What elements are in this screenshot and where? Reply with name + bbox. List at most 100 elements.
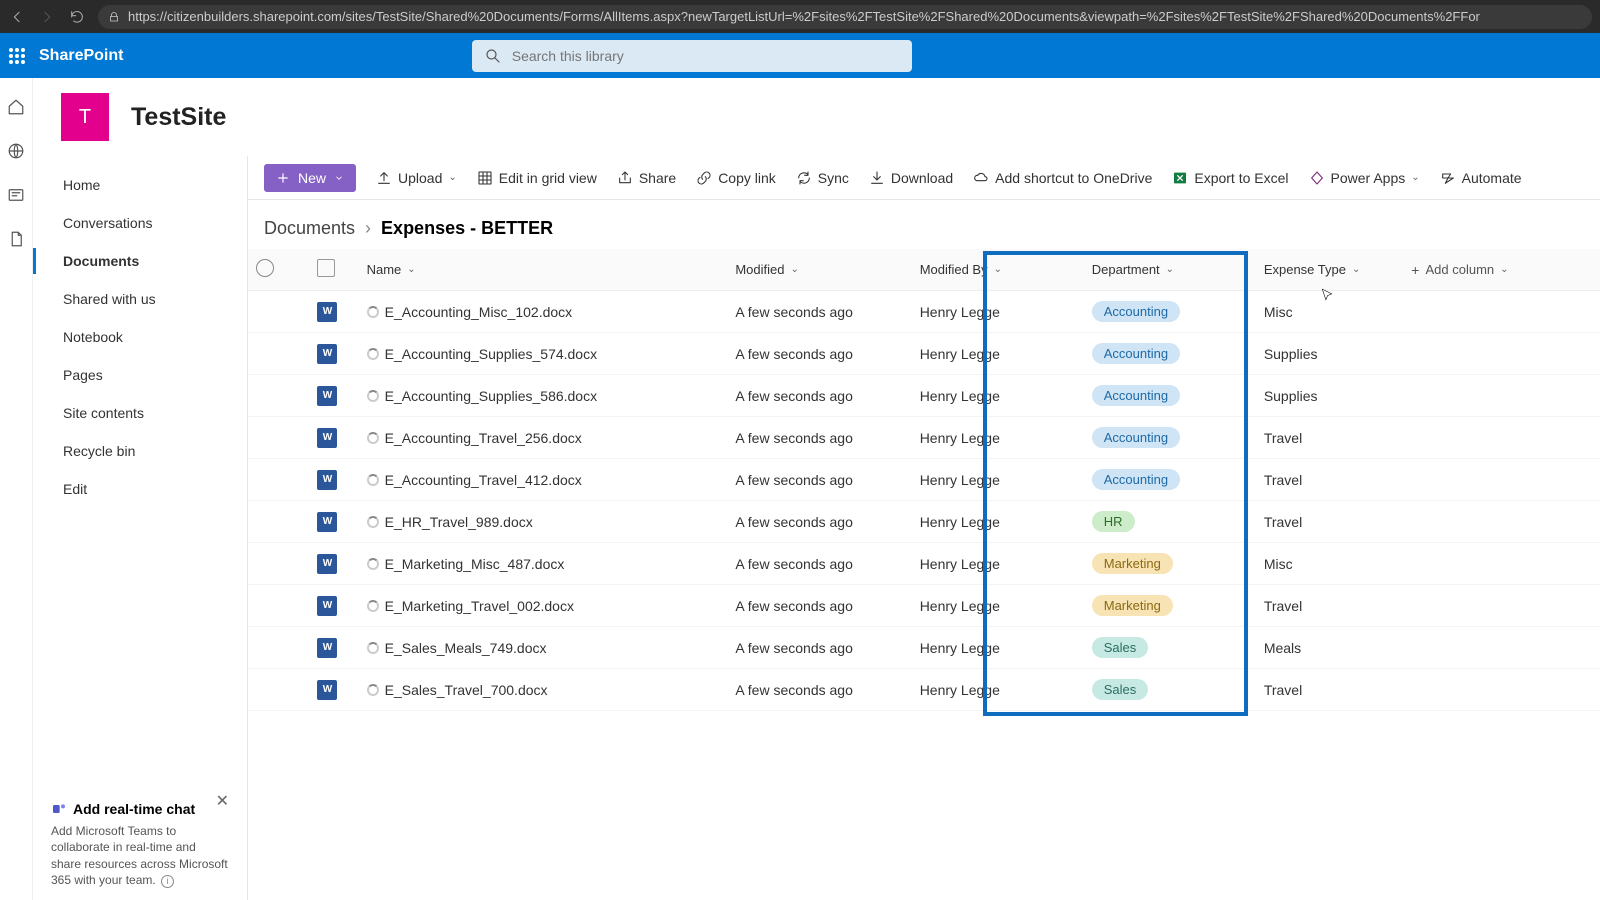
modified-by-cell[interactable]: Henry Legge xyxy=(912,627,1084,669)
department-pill[interactable]: Sales xyxy=(1092,637,1149,658)
name-header[interactable]: Name⌄ xyxy=(359,249,728,291)
news-icon[interactable] xyxy=(7,186,25,204)
suite-header: SharePoint xyxy=(0,33,1600,78)
table-row[interactable]: WE_Accounting_Supplies_574.docxA few sec… xyxy=(248,333,1600,375)
site-name[interactable]: TestSite xyxy=(131,103,226,132)
reload-button[interactable] xyxy=(68,8,86,26)
department-pill[interactable]: Accounting xyxy=(1092,469,1180,490)
loading-icon xyxy=(367,306,379,318)
department-pill[interactable]: Accounting xyxy=(1092,343,1180,364)
site-header: T TestSite xyxy=(33,78,1600,156)
new-button[interactable]: New xyxy=(264,164,356,192)
modified-by-cell[interactable]: Henry Legge xyxy=(912,417,1084,459)
nav-item-notebook[interactable]: Notebook xyxy=(33,318,247,356)
app-launcher-button[interactable] xyxy=(0,33,33,78)
table-row[interactable]: WE_Accounting_Supplies_586.docxA few sec… xyxy=(248,375,1600,417)
file-name[interactable]: E_Marketing_Travel_002.docx xyxy=(385,598,574,614)
department-pill[interactable]: Sales xyxy=(1092,679,1149,700)
power-apps-button[interactable]: Power Apps⌄ xyxy=(1309,170,1420,186)
file-name[interactable]: E_Accounting_Supplies_574.docx xyxy=(385,346,598,362)
info-icon[interactable]: i xyxy=(161,875,174,888)
modified-by-cell[interactable]: Henry Legge xyxy=(912,459,1084,501)
close-icon[interactable]: ✕ xyxy=(216,791,229,811)
nav-item-recycle-bin[interactable]: Recycle bin xyxy=(33,432,247,470)
forward-button[interactable] xyxy=(38,8,56,26)
nav-item-home[interactable]: Home xyxy=(33,166,247,204)
expense-type-header[interactable]: Expense Type⌄ xyxy=(1256,249,1403,291)
table-row[interactable]: WE_Sales_Meals_749.docxA few seconds ago… xyxy=(248,627,1600,669)
file-name[interactable]: E_Accounting_Supplies_586.docx xyxy=(385,388,598,404)
automate-button[interactable]: Automate xyxy=(1440,170,1522,186)
chevron-right-icon: › xyxy=(365,218,371,239)
search-icon xyxy=(484,47,502,65)
modified-cell: A few seconds ago xyxy=(727,333,911,375)
nav-item-site-contents[interactable]: Site contents xyxy=(33,394,247,432)
file-name[interactable]: E_Sales_Meals_749.docx xyxy=(385,640,547,656)
modified-by-cell[interactable]: Henry Legge xyxy=(912,501,1084,543)
table-row[interactable]: WE_Accounting_Misc_102.docxA few seconds… xyxy=(248,291,1600,333)
table-row[interactable]: WE_Accounting_Travel_256.docxA few secon… xyxy=(248,417,1600,459)
expense-type-cell: Travel xyxy=(1256,669,1403,711)
powerapps-icon xyxy=(1309,170,1325,186)
export-excel-button[interactable]: Export to Excel xyxy=(1172,170,1288,186)
file-name[interactable]: E_Accounting_Misc_102.docx xyxy=(385,304,573,320)
department-header[interactable]: Department⌄ xyxy=(1084,249,1256,291)
table-row[interactable]: WE_Marketing_Travel_002.docxA few second… xyxy=(248,585,1600,627)
search-input[interactable] xyxy=(512,48,900,64)
department-pill[interactable]: Accounting xyxy=(1092,301,1180,322)
modified-by-cell[interactable]: Henry Legge xyxy=(912,585,1084,627)
modified-by-cell[interactable]: Henry Legge xyxy=(912,375,1084,417)
expense-type-cell: Travel xyxy=(1256,459,1403,501)
table-row[interactable]: WE_Marketing_Misc_487.docxA few seconds … xyxy=(248,543,1600,585)
files-icon[interactable] xyxy=(7,230,25,248)
modified-cell: A few seconds ago xyxy=(727,585,911,627)
table-row[interactable]: WE_Sales_Travel_700.docxA few seconds ag… xyxy=(248,669,1600,711)
globe-icon[interactable] xyxy=(7,142,25,160)
copy-link-button[interactable]: Copy link xyxy=(696,170,776,186)
add-column-header[interactable]: +Add column⌄ xyxy=(1403,249,1600,291)
department-pill[interactable]: Accounting xyxy=(1092,427,1180,448)
loading-icon xyxy=(367,558,379,570)
edit-grid-button[interactable]: Edit in grid view xyxy=(477,170,597,186)
nav-item-pages[interactable]: Pages xyxy=(33,356,247,394)
modified-header[interactable]: Modified⌄ xyxy=(727,249,911,291)
brand-label[interactable]: SharePoint xyxy=(39,47,123,65)
grid-icon xyxy=(477,170,493,186)
file-name[interactable]: E_HR_Travel_989.docx xyxy=(385,514,533,530)
upload-button[interactable]: Upload⌄ xyxy=(376,170,457,186)
table-row[interactable]: WE_HR_Travel_989.docxA few seconds agoHe… xyxy=(248,501,1600,543)
command-bar: New Upload⌄ Edit in grid view Share Copy… xyxy=(248,156,1600,200)
modified-by-cell[interactable]: Henry Legge xyxy=(912,333,1084,375)
file-name[interactable]: E_Sales_Travel_700.docx xyxy=(385,682,548,698)
new-label: New xyxy=(298,170,326,186)
breadcrumb-root[interactable]: Documents xyxy=(264,218,355,239)
site-logo[interactable]: T xyxy=(61,93,109,141)
sync-button[interactable]: Sync xyxy=(796,170,849,186)
file-name[interactable]: E_Accounting_Travel_256.docx xyxy=(385,430,582,446)
modified-by-cell[interactable]: Henry Legge xyxy=(912,291,1084,333)
modified-by-cell[interactable]: Henry Legge xyxy=(912,669,1084,711)
modified-by-header[interactable]: Modified By⌄ xyxy=(912,249,1084,291)
department-pill[interactable]: HR xyxy=(1092,511,1135,532)
select-all-header[interactable] xyxy=(248,249,309,291)
department-pill[interactable]: Marketing xyxy=(1092,553,1173,574)
nav-item-edit[interactable]: Edit xyxy=(33,470,247,508)
file-name[interactable]: E_Accounting_Travel_412.docx xyxy=(385,472,582,488)
modified-by-cell[interactable]: Henry Legge xyxy=(912,543,1084,585)
file-name[interactable]: E_Marketing_Misc_487.docx xyxy=(385,556,565,572)
department-pill[interactable]: Accounting xyxy=(1092,385,1180,406)
filetype-header[interactable] xyxy=(309,249,358,291)
back-button[interactable] xyxy=(8,8,26,26)
search-box[interactable] xyxy=(472,40,912,72)
table-row[interactable]: WE_Accounting_Travel_412.docxA few secon… xyxy=(248,459,1600,501)
shortcut-button[interactable]: Add shortcut to OneDrive xyxy=(973,170,1152,186)
nav-item-shared-with-us[interactable]: Shared with us xyxy=(33,280,247,318)
address-bar[interactable]: https://citizenbuilders.sharepoint.com/s… xyxy=(98,5,1592,29)
home-icon[interactable] xyxy=(7,98,25,116)
department-pill[interactable]: Marketing xyxy=(1092,595,1173,616)
teams-icon xyxy=(51,801,67,817)
download-button[interactable]: Download xyxy=(869,170,953,186)
nav-item-documents[interactable]: Documents xyxy=(33,242,247,280)
share-button[interactable]: Share xyxy=(617,170,676,186)
nav-item-conversations[interactable]: Conversations xyxy=(33,204,247,242)
